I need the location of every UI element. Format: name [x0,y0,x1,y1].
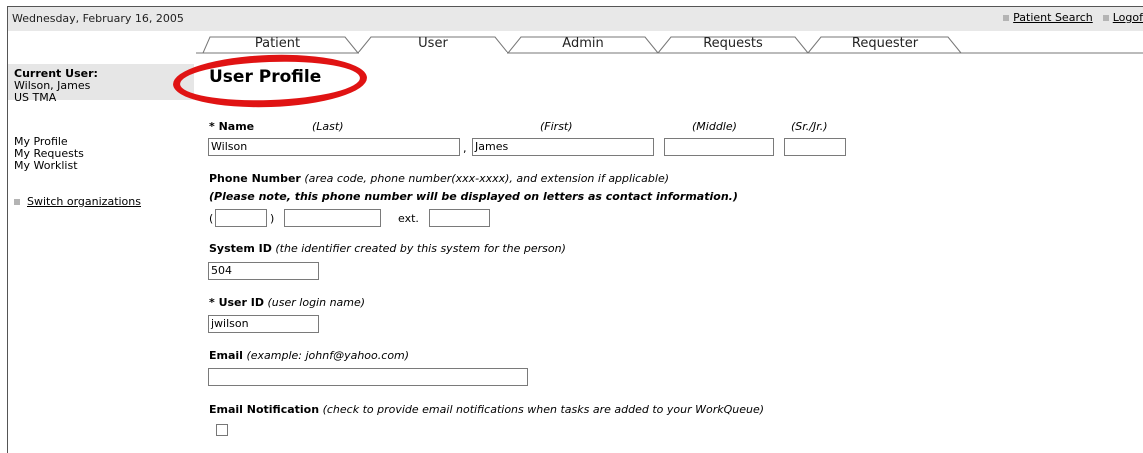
current-user-panel: Current User: Wilson, James US TMA [8,64,194,104]
tab-user[interactable]: User [370,36,496,53]
email-notification-row: Email Notification (check to provide ema… [209,403,764,416]
email-row: Email (example: johnf@yahoo.com) [209,349,409,362]
phone-hint: (area code, phone number(xxx-xxxx), and … [304,172,670,185]
email-input[interactable] [208,368,528,386]
system-id-row: System ID (the identifier created by thi… [209,242,566,255]
last-hint: (Last) [312,120,344,133]
last-name-input[interactable]: Wilson [208,138,460,156]
email-hint: (example: johnf@yahoo.com) [246,349,410,362]
suffix-input[interactable] [784,138,846,156]
phone-note: (Please note, this phone number will be … [209,190,738,203]
tab-patient[interactable]: Patient [215,36,340,53]
user-id-row: * User ID (user login name) [209,296,365,309]
ext-label: ext. [398,212,419,225]
extension-input[interactable] [429,209,490,227]
middle-name-input[interactable] [664,138,774,156]
email-notification-hint: (check to provide email notifications wh… [322,403,765,416]
comma: , [463,142,467,155]
user-id-label: * User ID [209,296,264,309]
bullet-icon [14,198,20,205]
open-paren: ( [209,212,214,225]
middle-hint: (Middle) [692,120,737,133]
area-code-input[interactable] [215,209,267,227]
switch-organizations-link[interactable]: Switch organizations [27,195,141,208]
tab-admin[interactable]: Admin [520,36,646,53]
email-label: Email [209,349,243,362]
phone-number-input[interactable] [284,209,381,227]
phone-label: Phone Number [209,172,301,185]
phone-row: Phone Number (area code, phone number(xx… [209,172,669,185]
sidebar-nav: My Profile My Requests My Worklist [14,136,84,172]
first-hint: (First) [540,120,573,133]
first-name-input[interactable]: James [472,138,654,156]
system-id-label: System ID [209,242,272,255]
name-label: * Name [209,120,255,133]
tab-requests[interactable]: Requests [670,36,796,53]
email-notification-checkbox[interactable] [216,424,228,436]
current-user-org: US TMA [14,91,57,104]
close-paren: ) [270,212,275,225]
tab-requester[interactable]: Requester [822,36,948,53]
user-id-input[interactable]: jwilson [208,315,319,333]
switch-organizations: Switch organizations [14,195,141,208]
user-id-hint: (user login name) [267,296,366,309]
system-id-input[interactable]: 504 [208,262,319,280]
system-id-hint: (the identifier created by this system f… [275,242,566,255]
email-notification-label: Email Notification [209,403,320,416]
suffix-hint: (Sr./Jr.) [791,120,828,133]
nav-my-worklist[interactable]: My Worklist [14,160,84,172]
